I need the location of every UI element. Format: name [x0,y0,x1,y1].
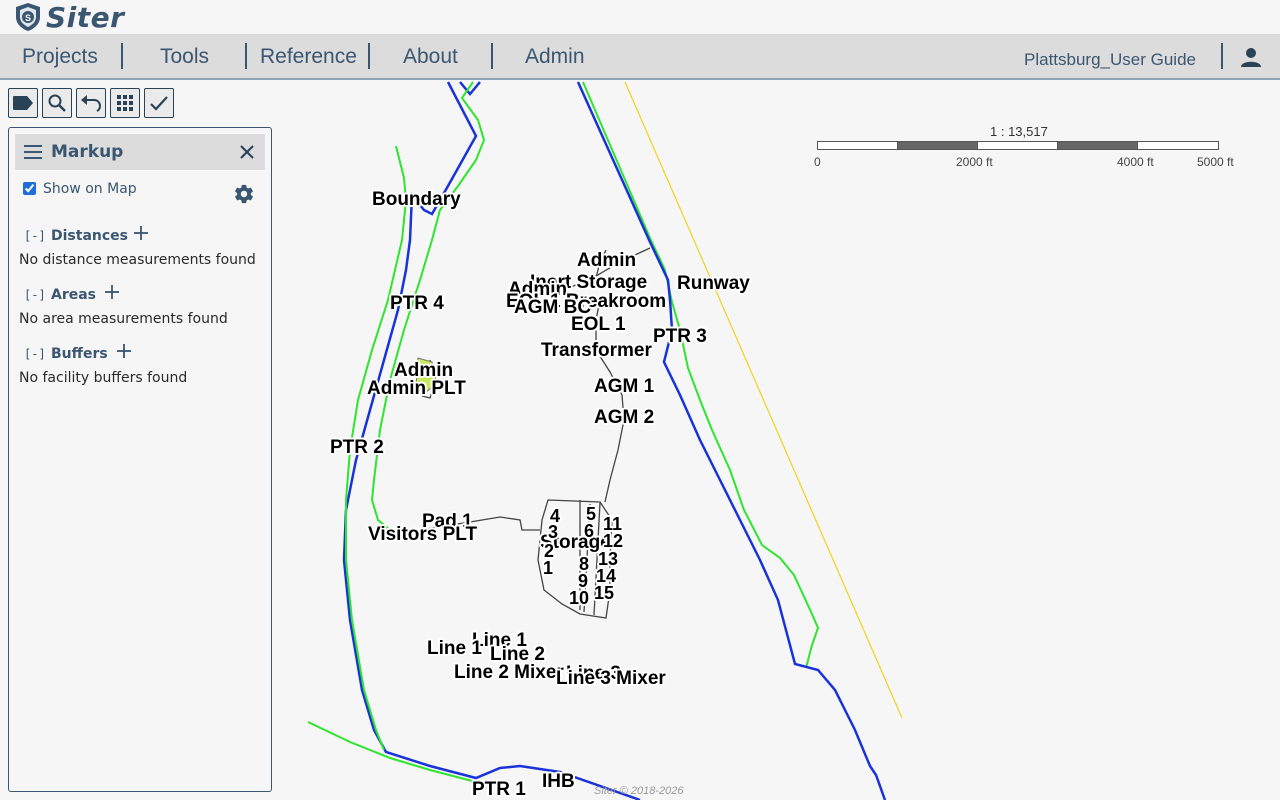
map-label-boundary[interactable]: Boundary [372,190,461,210]
search-tool-button[interactable] [42,88,72,118]
menu-icon[interactable] [24,144,42,160]
scale-bar [817,141,1219,150]
nav-separator [368,43,370,69]
buffers-toggle[interactable]: [-] [24,347,46,361]
show-on-map-checkbox[interactable] [23,182,36,195]
map-label-ihb[interactable]: IHB [542,772,575,792]
markup-title: Markup [51,142,124,162]
copyright-text: Siter © 2018-2026 [594,785,684,797]
scale-tick: 0 [814,155,821,169]
map-label-ptr3[interactable]: PTR 3 [653,327,707,347]
nav-separator [1221,43,1223,69]
map-label-transformer[interactable]: Transformer [541,341,652,361]
areas-empty-text: No area measurements found [19,311,228,327]
grid-icon [117,95,133,111]
search-icon [48,94,66,112]
map-label-runway[interactable]: Runway [677,274,750,294]
nav-about[interactable]: About [403,34,458,78]
svg-text:S: S [25,13,31,23]
pad-number[interactable]: 15 [594,583,614,603]
add-area-icon[interactable] [104,284,120,300]
user-guide-link[interactable]: Plattsburg_User Guide [1024,50,1196,70]
buffers-empty-text: No facility buffers found [19,370,188,386]
pad-number[interactable]: 6 [584,521,594,541]
add-distance-icon[interactable] [133,225,149,241]
map-label-ptr4[interactable]: PTR 4 [390,294,444,314]
map-label-line1-b[interactable]: Line 1 [427,639,482,659]
nav-projects[interactable]: Projects [22,34,98,78]
blue-boundary-east [576,81,887,800]
map-label-agm1[interactable]: AGM 1 [594,377,654,397]
map-label-ptr1[interactable]: PTR 1 [472,780,526,800]
tag-tool-button[interactable] [8,88,38,118]
scale-ratio: 1 : 13,517 [990,124,1048,139]
distances-title: Distances [51,228,128,244]
nav-admin[interactable]: Admin [525,34,585,78]
check-tool-button[interactable] [144,88,174,118]
show-on-map-label[interactable]: Show on Map [43,181,137,197]
tag-icon [13,96,33,110]
nav-separator [245,43,247,69]
shield-logo-icon: S [16,3,40,31]
scale-tick: 4000 ft [1117,155,1154,169]
close-icon[interactable] [237,142,257,162]
nav-tools[interactable]: Tools [160,34,209,78]
brand-bar: S Siter [0,0,1280,34]
undo-icon [81,95,102,112]
main-nav: Projects Tools Reference About Admin Pla… [0,34,1280,80]
gear-icon[interactable] [233,183,255,205]
undo-tool-button[interactable] [76,88,106,118]
pad-number[interactable]: 12 [603,531,623,551]
runway-line [624,81,903,719]
map-label-line3-mixer[interactable]: Line 3 Mixer [556,669,666,689]
map-label-ptr2[interactable]: PTR 2 [330,438,384,458]
nav-separator [491,43,493,69]
distances-empty-text: No distance measurements found [19,252,256,268]
green-boundary-south [307,721,477,783]
brand-name[interactable]: Siter [46,1,124,34]
user-account-icon[interactable] [1238,44,1264,70]
map-label-admin-top[interactable]: Admin [577,251,636,271]
map-label-line2-mixer[interactable]: Line 2 Mixer [454,663,564,683]
pad-number[interactable]: 10 [569,588,589,608]
check-icon [150,96,168,111]
map-label-visitors-plt[interactable]: Visitors PLT [368,525,477,545]
scale-tick: 2000 ft [956,155,993,169]
nav-separator [121,43,123,69]
distances-toggle[interactable]: [-] [24,229,46,243]
markup-panel: Markup Show on Map [-] Distances No dist… [8,127,272,792]
areas-title: Areas [51,287,97,303]
map-canvas[interactable]: Boundary Admin Inert Storage Runway Admi… [280,80,1280,800]
pad-number[interactable]: 3 [548,522,558,542]
areas-toggle[interactable]: [-] [24,288,46,302]
buffers-title: Buffers [51,346,108,362]
markup-header: Markup [15,134,265,170]
map-label-agm2[interactable]: AGM 2 [594,408,654,428]
grid-tool-button[interactable] [110,88,140,118]
map-label-admin-plt[interactable]: Admin PLT [367,379,466,399]
add-buffer-icon[interactable] [116,343,132,359]
map-vector-layer [307,81,903,800]
map-label-eol1[interactable]: EOL 1 [571,315,626,335]
nav-reference[interactable]: Reference [260,34,357,78]
scale-tick: 5000 ft [1197,155,1234,169]
pad-number[interactable]: 1 [543,558,553,578]
